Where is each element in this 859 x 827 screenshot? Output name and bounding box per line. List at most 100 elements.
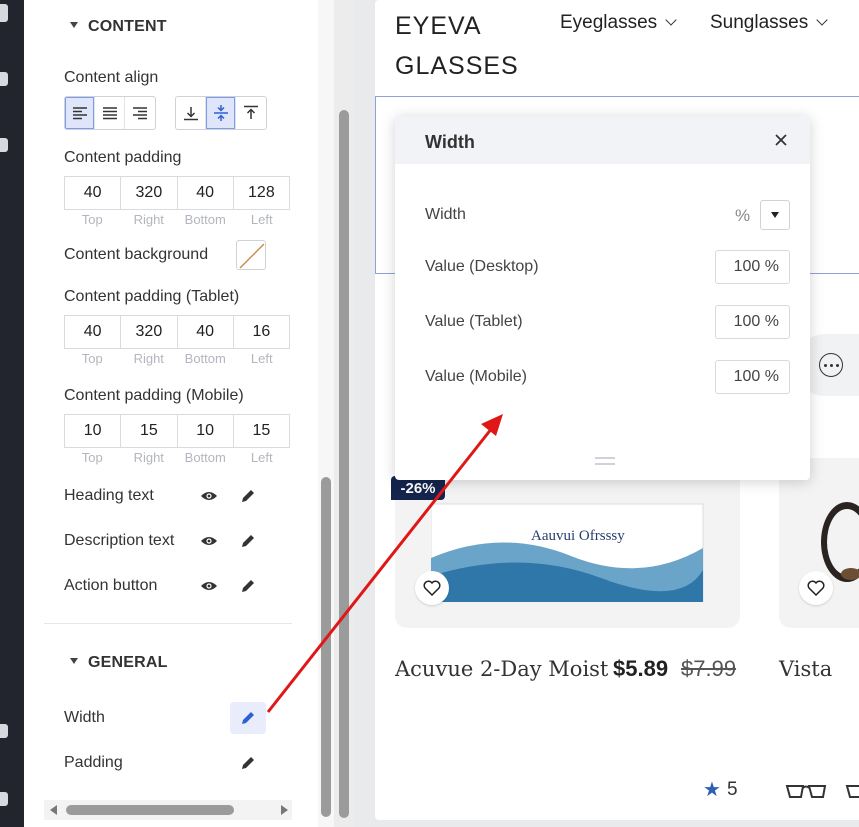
settings-panel: CONTENT Content align Content padding 40… [24, 0, 318, 827]
tablet-value-label: Value (Tablet) [425, 313, 523, 330]
width-popup: Width Width % Value (Desktop) 100 % Valu… [395, 116, 810, 480]
pencil-icon[interactable] [240, 533, 256, 549]
scroll-thumb[interactable] [66, 805, 234, 815]
product-name[interactable]: Vista [779, 657, 832, 681]
home-icon[interactable] [0, 4, 8, 22]
pencil-icon[interactable] [240, 755, 256, 771]
padding-cap: Left [250, 212, 273, 227]
padding-cap: Top [81, 212, 103, 227]
vertical-align-group [175, 96, 267, 130]
nav-eyeglasses[interactable]: Eyeglasses [560, 12, 677, 34]
close-icon[interactable] [773, 132, 789, 148]
chevron-down-icon [70, 657, 78, 664]
heading-text-label: Heading text [64, 487, 154, 504]
content-padding-tablet-control: 40 320 40 16 Top Right Bottom Left [64, 315, 290, 366]
scroll-right-icon[interactable] [281, 805, 288, 815]
padding-cap: Bottom [184, 450, 226, 465]
padding-right-input[interactable]: 320 [121, 177, 178, 209]
content-padding-label: Content padding [64, 149, 182, 166]
eye-icon[interactable] [200, 535, 218, 547]
align-middle-icon [213, 105, 228, 121]
padding-left-input[interactable]: 15 [234, 415, 289, 447]
product-card[interactable]: Aauvui Ofrsssy [395, 458, 740, 628]
content-padding-mobile-control: 10 15 10 15 Top Right Bottom Left [64, 414, 290, 465]
padding-top-input[interactable]: 40 [65, 177, 122, 209]
align-right-button[interactable] [125, 97, 155, 129]
tool-icon[interactable] [0, 72, 8, 86]
tool-icon[interactable] [0, 138, 8, 152]
padding-bottom-input[interactable]: 10 [178, 415, 234, 447]
align-top-button[interactable] [236, 97, 266, 129]
align-bottom-button[interactable] [176, 97, 206, 129]
scroll-thumb[interactable] [339, 110, 349, 818]
padding-bottom-input[interactable]: 40 [178, 316, 234, 348]
align-right-icon [133, 107, 147, 120]
chevron-down-icon [70, 21, 78, 28]
align-bottom-icon [183, 107, 198, 121]
pencil-icon[interactable] [240, 710, 256, 726]
site-logo[interactable]: EYEVA GLASSES [395, 6, 525, 86]
align-left-button[interactable] [65, 97, 95, 129]
nav-sunglasses[interactable]: Sunglasses [710, 12, 828, 34]
content-align-label: Content align [64, 69, 159, 86]
text-align-group [64, 96, 156, 130]
padding-left-input[interactable]: 128 [234, 177, 289, 209]
align-center-icon [102, 107, 117, 120]
pencil-icon[interactable] [240, 578, 256, 594]
padding-cap: Right [133, 351, 164, 366]
eye-icon[interactable] [200, 580, 218, 592]
padding-cap: Left [250, 351, 273, 366]
align-center-button[interactable] [95, 97, 125, 129]
resize-grip[interactable] [595, 463, 615, 465]
scroll-thumb[interactable] [321, 477, 331, 817]
content-background-swatch[interactable] [236, 240, 266, 270]
mobile-value-input[interactable]: 100 % [715, 360, 790, 394]
product-card[interactable] [779, 458, 859, 628]
general-section-header[interactable]: GENERAL [70, 654, 168, 672]
panel-scrollbar[interactable] [318, 0, 334, 827]
desktop-value-input[interactable]: 100 % [715, 250, 790, 284]
tablet-value-input[interactable]: 100 % [715, 305, 790, 339]
resize-grip[interactable] [595, 457, 615, 459]
pencil-icon[interactable] [240, 488, 256, 504]
popup-title: Width [425, 132, 475, 152]
scroll-left-icon[interactable] [50, 805, 57, 815]
width-label: Width [64, 709, 105, 726]
padding-right-input[interactable]: 320 [121, 316, 178, 348]
more-icon[interactable] [819, 353, 843, 377]
unit-select[interactable] [760, 200, 790, 230]
padding-top-input[interactable]: 40 [65, 316, 122, 348]
caret-down-icon [771, 212, 779, 218]
panel-outer-scrollbar[interactable] [334, 0, 354, 827]
padding-top-input[interactable]: 10 [65, 415, 122, 447]
padding-cap: Left [250, 450, 273, 465]
content-padding-mobile-label: Content padding (Mobile) [64, 387, 244, 404]
content-background-label: Content background [64, 246, 209, 263]
product-price: $5.89 [613, 656, 669, 681]
mobile-value-label: Value (Mobile) [425, 368, 527, 385]
padding-cap: Right [133, 450, 164, 465]
tool-icon[interactable] [0, 724, 8, 738]
align-left-icon [72, 107, 87, 120]
horizontal-scrollbar[interactable] [44, 800, 292, 820]
align-top-icon [244, 105, 258, 119]
padding-left-input[interactable]: 16 [234, 316, 289, 348]
padding-bottom-input[interactable]: 40 [178, 177, 234, 209]
heart-icon [807, 580, 825, 596]
help-icon[interactable] [0, 792, 8, 806]
wishlist-button[interactable] [415, 571, 449, 605]
desktop-value-label: Value (Desktop) [425, 258, 539, 275]
chevron-down-icon [816, 14, 828, 26]
wishlist-button[interactable] [799, 571, 833, 605]
star-icon: ★ [703, 779, 721, 801]
padding-right-input[interactable]: 15 [121, 415, 178, 447]
description-text-label: Description text [64, 532, 175, 549]
content-padding-tablet-label: Content padding (Tablet) [64, 288, 240, 305]
content-section-header[interactable]: CONTENT [70, 18, 167, 36]
chevron-down-icon [665, 14, 677, 26]
product-name[interactable]: Acuvue 2-Day Moist [395, 657, 608, 681]
glasses-icon [785, 785, 827, 798]
align-middle-button[interactable] [206, 97, 236, 129]
eye-icon[interactable] [200, 490, 218, 502]
padding-cap: Bottom [184, 351, 226, 366]
